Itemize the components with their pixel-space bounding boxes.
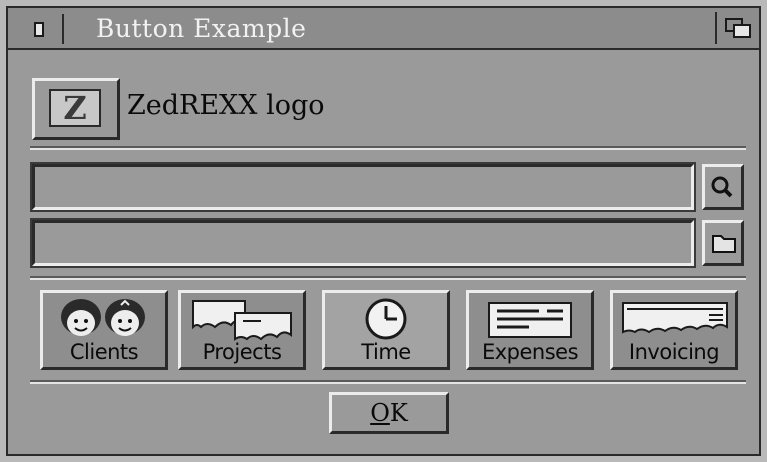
title-bar[interactable]: Button Example — [8, 8, 759, 50]
ok-hotkey: O — [370, 399, 390, 427]
search-input[interactable] — [35, 167, 691, 207]
depth-gadget[interactable] — [715, 12, 755, 44]
logo-label: ZedREXX logo — [127, 90, 325, 121]
ok-label-rest: K — [389, 399, 408, 427]
zedrexx-logo-button[interactable]: Z — [32, 78, 120, 140]
separator-bottom — [30, 380, 746, 384]
search-button[interactable] — [702, 164, 744, 210]
projects-icon — [192, 300, 292, 341]
depth-front-icon — [733, 24, 751, 38]
invoice-icon — [622, 302, 728, 334]
window-title: Button Example — [96, 14, 307, 43]
file-field[interactable] — [30, 218, 696, 268]
close-gadget[interactable] — [12, 14, 64, 44]
folder-button[interactable] — [702, 220, 744, 266]
projects-button[interactable]: Projects — [178, 290, 306, 370]
clock-icon — [365, 298, 407, 340]
search-icon — [711, 176, 733, 198]
search-field[interactable] — [30, 162, 696, 212]
ok-button[interactable]: OK — [329, 392, 449, 434]
expenses-label: Expenses — [481, 340, 579, 364]
folder-icon — [712, 235, 736, 253]
projects-label: Projects — [202, 340, 282, 364]
invoicing-label: Invoicing — [628, 340, 720, 364]
time-label: Time — [361, 340, 411, 364]
close-icon — [34, 22, 44, 37]
separator-middle — [30, 276, 746, 280]
time-button[interactable]: Time — [322, 290, 450, 370]
people-faces-icon — [61, 299, 145, 336]
expenses-icon — [488, 302, 572, 338]
separator-top — [30, 146, 746, 150]
expenses-button[interactable]: Expenses — [466, 290, 594, 370]
invoicing-button[interactable]: Invoicing — [610, 290, 738, 370]
clients-button[interactable]: Clients — [40, 290, 168, 370]
clients-label: Clients — [69, 340, 139, 364]
file-input[interactable] — [35, 223, 691, 263]
zedrexx-logo-icon: Z — [49, 89, 101, 127]
